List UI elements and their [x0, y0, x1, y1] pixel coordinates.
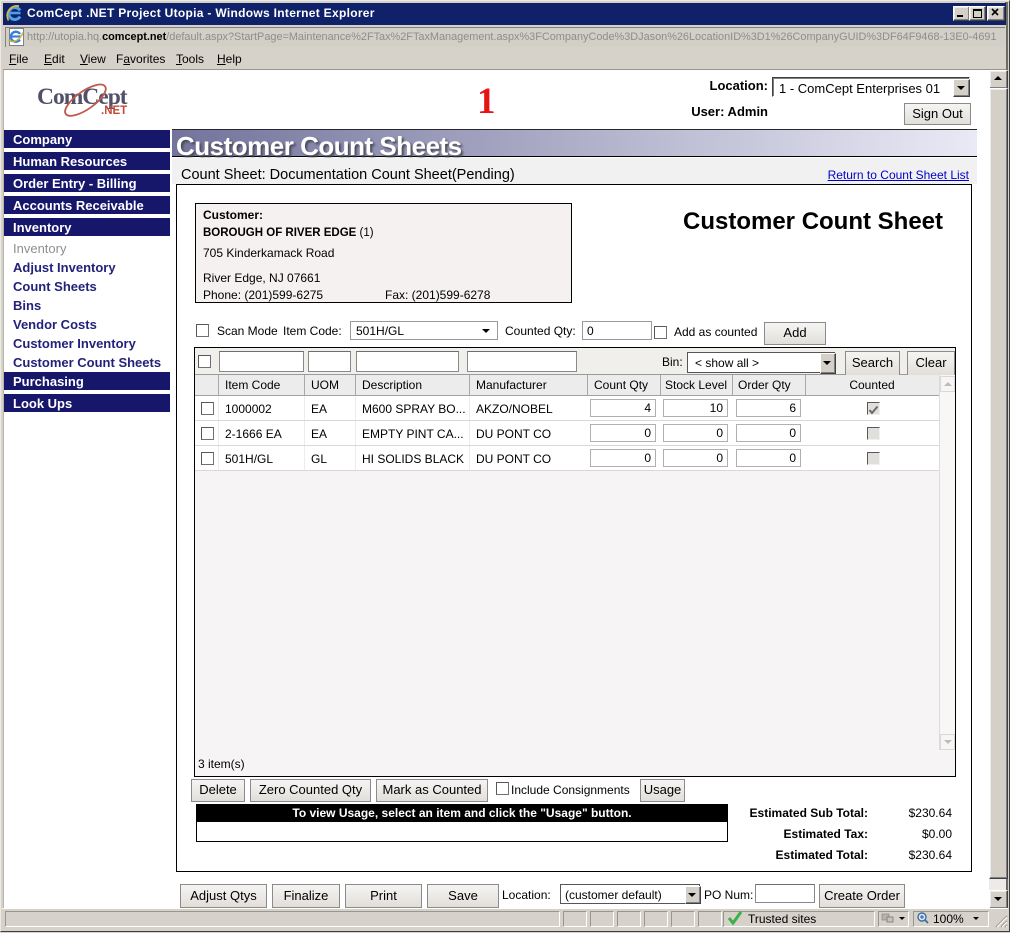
svg-text:.NET: .NET [101, 105, 127, 117]
